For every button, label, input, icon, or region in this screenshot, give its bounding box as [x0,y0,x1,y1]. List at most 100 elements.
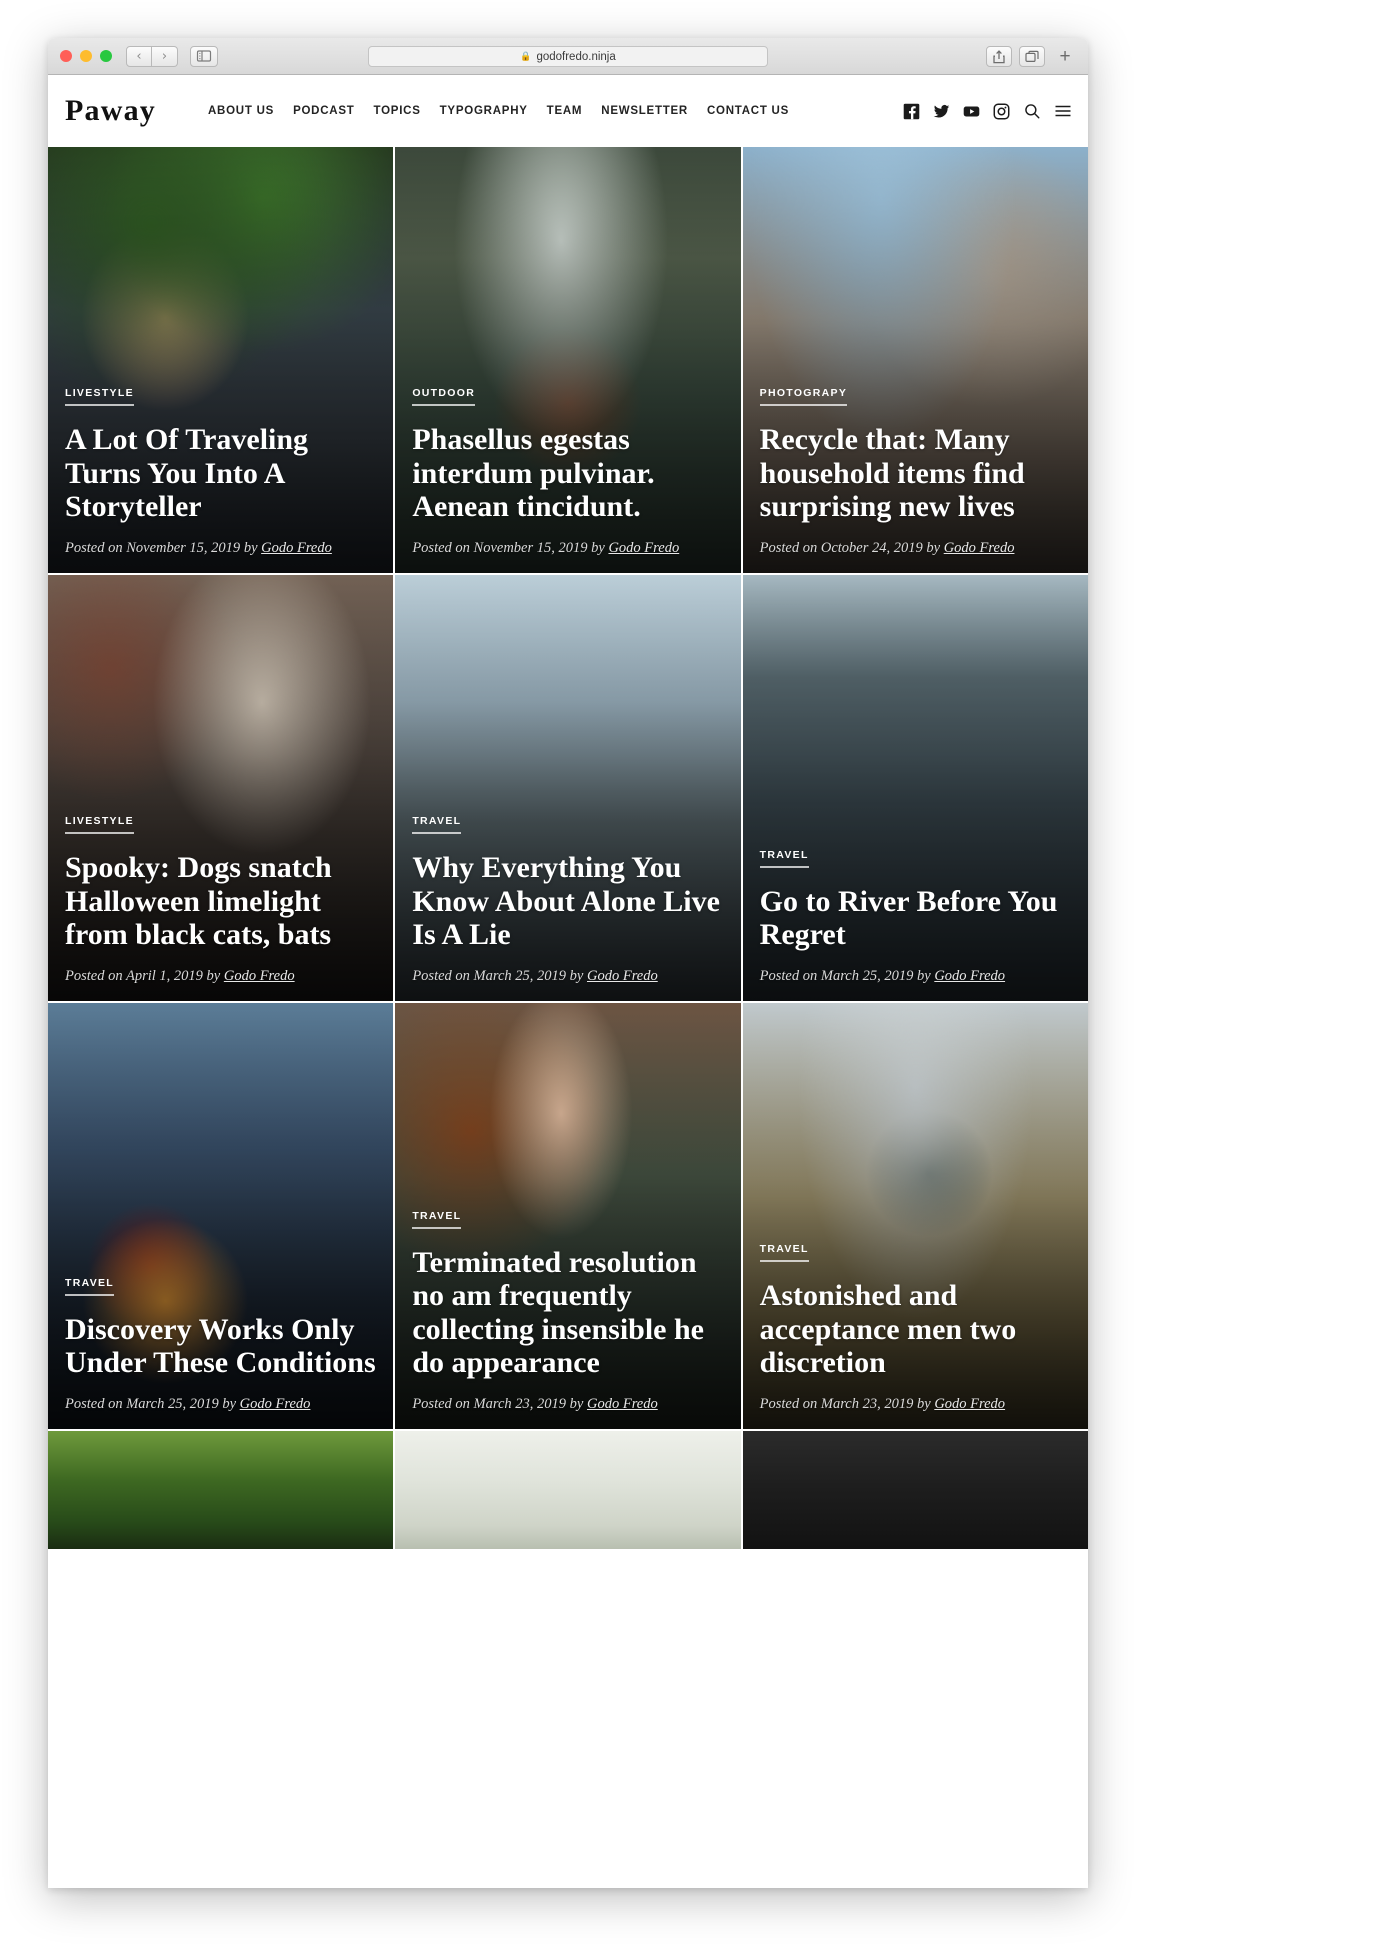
twitter-link[interactable] [933,103,950,120]
post-date: March 23, 2019 [820,1396,914,1412]
article-card[interactable]: PHOTOGRAPY Recycle that: Many household … [742,147,1088,573]
category-badge[interactable]: TRAVEL [412,1210,462,1229]
category-badge[interactable]: PHOTOGRAPY [759,387,848,407]
window-controls [60,50,112,62]
author-link[interactable]: Godo Fredo [261,540,332,556]
share-button[interactable] [986,46,1012,67]
site-header: Paway ABOUT US PODCAST TOPICS TYPOGRAPHY… [48,75,1088,147]
post-date: November 15, 2019 [126,540,241,556]
nav-item-typography[interactable]: TYPOGRAPHY [440,105,528,117]
category-badge[interactable]: OUTDOOR [412,387,476,407]
article-card[interactable]: TRAVEL Discovery Works Only Under These … [48,1003,394,1429]
tabs-overview-icon [1025,50,1039,62]
post-date: March 25, 2019 [126,1396,219,1412]
post-date: October 24, 2019 [820,540,923,556]
article-card[interactable]: TRAVEL Astonished and acceptance men two… [742,1003,1088,1429]
author-link[interactable]: Godo Fredo [587,1396,658,1412]
article-card[interactable] [395,1431,741,1549]
youtube-link[interactable] [963,103,980,120]
posted-prefix: Posted on [65,540,123,556]
author-link[interactable]: Godo Fredo [224,968,295,984]
article-title[interactable]: Spooky: Dogs snatch Halloween limelight … [65,851,376,952]
article-card[interactable]: LIVESTYLE Spooky: Dogs snatch Halloween … [48,575,394,1001]
minimize-window-button[interactable] [80,50,92,62]
category-badge[interactable]: LIVESTYLE [65,815,134,835]
author-link[interactable]: Godo Fredo [944,540,1015,556]
post-date: March 25, 2019 [820,968,914,984]
posted-prefix: Posted on [65,1396,123,1412]
site-logo[interactable]: Paway [65,94,156,128]
category-badge[interactable]: TRAVEL [759,849,809,868]
author-link[interactable]: Godo Fredo [934,1396,1005,1412]
article-card[interactable]: TRAVEL Go to River Before You Regret Pos… [742,575,1088,1001]
category-badge[interactable]: LIVESTYLE [65,387,134,407]
nav-item-contact-us[interactable]: CONTACT US [707,105,789,117]
article-card[interactable]: OUTDOOR Phasellus egestas interdum pulvi… [395,147,741,573]
forward-button[interactable]: › [152,45,178,67]
nav-item-podcast[interactable]: PODCAST [293,105,354,117]
article-grid: LIVESTYLE A Lot Of Traveling Turns You I… [48,147,1088,1549]
article-title[interactable]: Why Everything You Know About Alone Live… [412,851,723,952]
by-word: by [917,1396,931,1412]
article-title[interactable]: Phasellus egestas interdum pulvinar. Aen… [412,423,723,524]
posted-prefix: Posted on [412,1396,470,1412]
search-button[interactable] [1023,102,1041,120]
article-card[interactable] [48,1431,394,1549]
article-card[interactable]: LIVESTYLE A Lot Of Traveling Turns You I… [48,147,394,573]
by-word: by [206,968,221,984]
article-byline: Posted on March 23, 2019 by Godo Fredo [412,1396,723,1413]
nav-item-about-us[interactable]: ABOUT US [208,105,274,117]
author-link[interactable]: Godo Fredo [240,1396,311,1412]
search-icon [1025,104,1040,119]
article-thumbnail [395,1431,741,1549]
article-card[interactable]: TRAVEL Why Everything You Know About Alo… [395,575,741,1001]
new-tab-button[interactable]: + [1052,46,1078,67]
url-text: godofredo.ninja [536,50,616,63]
author-link[interactable]: Godo Fredo [934,968,1005,984]
nav-item-topics[interactable]: TOPICS [374,105,421,117]
posted-prefix: Posted on [65,968,123,984]
browser-titlebar: ‹ › 🔒 godofredo.ninja + [48,38,1088,75]
category-badge[interactable]: TRAVEL [65,1277,115,1296]
article-title[interactable]: A Lot Of Traveling Turns You Into A Stor… [65,423,376,524]
menu-icon [1055,105,1071,117]
posted-prefix: Posted on [759,968,818,984]
article-title[interactable]: Terminated resolution no am frequently c… [412,1246,723,1380]
article-title[interactable]: Discovery Works Only Under These Conditi… [65,1313,376,1380]
instagram-link[interactable] [993,103,1010,120]
article-byline: Posted on March 25, 2019 by Godo Fredo [412,968,723,985]
desktop-backdrop: ‹ › 🔒 godofredo.ninja + Paway ABOUT US P… [0,0,1396,1946]
article-title[interactable]: Astonished and acceptance men two discre… [760,1279,1071,1380]
category-badge[interactable]: TRAVEL [412,815,462,835]
article-content: TRAVEL Astonished and acceptance men two… [759,1239,1071,1413]
sidebar-toggle-button[interactable] [190,45,218,67]
article-card[interactable]: TRAVEL Terminated resolution no am frequ… [395,1003,741,1429]
article-card[interactable] [742,1431,1088,1549]
article-byline: Posted on March 25, 2019 by Godo Fredo [760,968,1071,985]
article-content: PHOTOGRAPY Recycle that: Many household … [759,383,1071,557]
article-title[interactable]: Go to River Before You Regret [760,885,1071,952]
lock-icon: 🔒 [520,51,532,61]
nav-item-newsletter[interactable]: NEWSLETTER [601,105,688,117]
article-title[interactable]: Recycle that: Many household items find … [760,423,1071,524]
nav-item-team[interactable]: TEAM [547,105,583,117]
facebook-link[interactable] [903,103,920,120]
tabs-overview-button[interactable] [1019,46,1045,67]
main-navigation: ABOUT US PODCAST TOPICS TYPOGRAPHY TEAM … [208,105,903,117]
article-byline: Posted on November 15, 2019 by Godo Fred… [65,540,376,557]
close-window-button[interactable] [60,50,72,62]
author-link[interactable]: Godo Fredo [587,968,658,984]
by-word: by [569,1396,584,1412]
menu-button[interactable] [1054,102,1072,120]
navigation-buttons: ‹ › [126,45,178,67]
post-date: March 23, 2019 [473,1396,567,1412]
author-link[interactable]: Godo Fredo [608,540,679,556]
back-button[interactable]: ‹ [126,45,152,67]
category-badge[interactable]: TRAVEL [759,1243,809,1263]
facebook-icon [903,103,920,119]
instagram-icon [993,103,1010,119]
address-bar[interactable]: 🔒 godofredo.ninja [368,46,768,67]
article-thumbnail [742,1431,1088,1549]
article-content: OUTDOOR Phasellus egestas interdum pulvi… [412,383,723,557]
maximize-window-button[interactable] [100,50,112,62]
